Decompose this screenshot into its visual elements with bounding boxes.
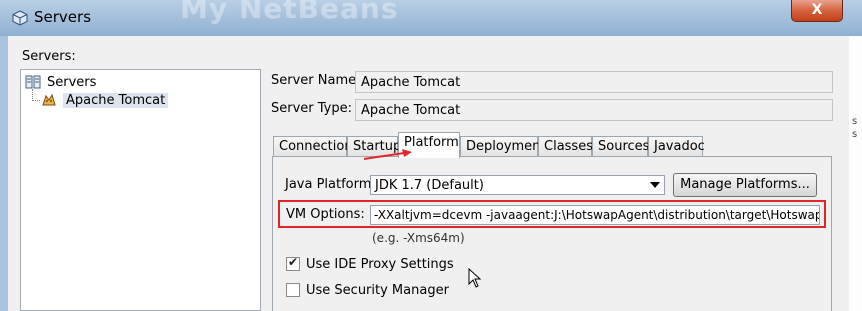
- tree-connector: [32, 100, 40, 101]
- java-platform-select[interactable]: JDK 1.7 (Default): [370, 175, 665, 195]
- tree-node-servers[interactable]: Servers: [25, 73, 96, 91]
- java-platform-value: JDK 1.7 (Default): [375, 178, 484, 193]
- background-window-text: My NetBeans: [180, 0, 399, 25]
- tree-label-servers: Servers: [47, 74, 97, 90]
- server-type-field[interactable]: Apache Tomcat: [355, 99, 833, 121]
- tab-classes[interactable]: Classes: [538, 136, 593, 157]
- dropdown-arrow-icon[interactable]: [650, 182, 660, 188]
- vm-options-hint: (e.g. -Xms64m): [372, 231, 465, 245]
- title-bar: My NetBeans Servers X: [0, 0, 862, 36]
- window-title: Servers: [34, 8, 92, 26]
- use-security-manager-label[interactable]: Use Security Manager: [306, 283, 449, 298]
- use-security-manager-checkbox[interactable]: [286, 283, 300, 297]
- mouse-cursor-icon: [468, 268, 482, 288]
- java-platform-label: Java Platform:: [285, 177, 376, 192]
- tree-label-apache-tomcat: Apache Tomcat: [63, 92, 169, 108]
- servers-label: Servers:: [22, 49, 76, 64]
- server-tree[interactable]: Servers Apache Tomcat: [20, 69, 261, 311]
- tomcat-icon: [42, 93, 56, 106]
- tab-connection[interactable]: Connection: [273, 136, 353, 157]
- server-type-label: Server Type:: [271, 101, 353, 116]
- servers-icon: [25, 75, 41, 89]
- close-button[interactable]: X: [791, 0, 843, 22]
- use-ide-proxy-label[interactable]: Use IDE Proxy Settings: [306, 257, 454, 272]
- background-window-strip: s s: [849, 36, 862, 311]
- server-name-label: Server Name:: [271, 73, 361, 88]
- tab-javadoc[interactable]: Javadoc: [648, 136, 705, 157]
- server-name-field[interactable]: Apache Tomcat: [355, 71, 833, 93]
- window-cube-icon: [12, 10, 28, 26]
- use-ide-proxy-checkbox[interactable]: [286, 255, 300, 271]
- annotation-arrow-icon: [363, 149, 412, 160]
- highlight-box: [278, 200, 826, 228]
- manage-platforms-button[interactable]: Manage Platforms...: [673, 173, 817, 197]
- background-char: s: [852, 116, 858, 127]
- tab-sources[interactable]: Sources: [592, 136, 649, 157]
- tab-deployment[interactable]: Deployment: [460, 136, 546, 157]
- background-char: s: [852, 129, 858, 140]
- tree-node-apache-tomcat[interactable]: Apache Tomcat: [41, 91, 169, 109]
